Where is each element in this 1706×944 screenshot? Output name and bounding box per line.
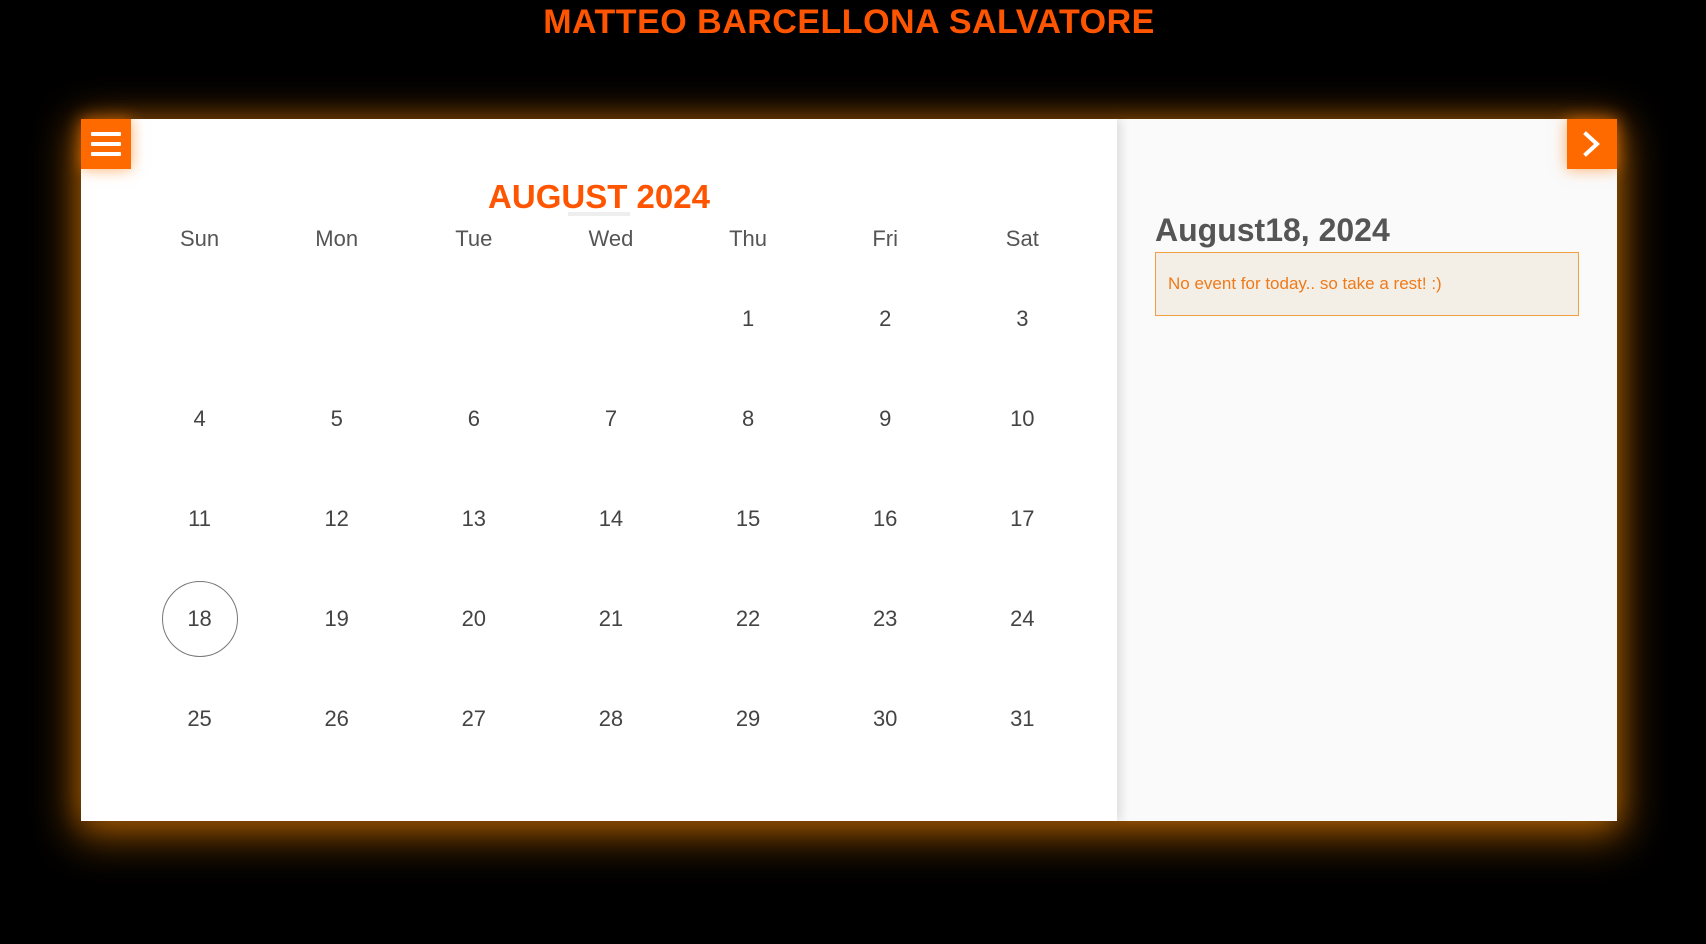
day-cell[interactable]: 6 (405, 369, 542, 469)
day-number: 13 (461, 506, 487, 531)
day-number: 18 (187, 606, 212, 631)
day-cell[interactable]: 8 (680, 369, 817, 469)
weekday-label: Fri (872, 226, 899, 251)
menu-button[interactable] (81, 119, 131, 169)
day-number: 30 (872, 706, 898, 731)
day-number: 6 (467, 406, 480, 431)
days-grid: 1 2 3 4 5 6 7 8 9 10 11 12 13 14 15 16 17 18 19 20 21 22 23 24 2… (131, 269, 1091, 769)
day-cell[interactable]: 24 (954, 569, 1091, 669)
day-number: 26 (324, 706, 349, 731)
next-button[interactable] (1567, 119, 1617, 169)
day-cell[interactable]: 20 (405, 569, 542, 669)
weekday-label: Sun (179, 226, 220, 251)
day-cell-empty (268, 269, 405, 369)
weekday-label: Wed (588, 226, 634, 251)
day-cell[interactable]: 26 (268, 669, 405, 769)
day-cell[interactable]: 14 (542, 469, 679, 569)
day-cell[interactable]: 27 (405, 669, 542, 769)
weekday-label: Tue (455, 226, 493, 251)
day-number: 24 (1010, 606, 1035, 631)
page-title: MATTEO BARCELLONA SALVATORE (543, 3, 1155, 41)
day-cell[interactable]: 19 (268, 569, 405, 669)
day-cell[interactable]: 12 (268, 469, 405, 569)
weekday-header-row: Sun Mon Tue Wed Thu Fri Sat (131, 223, 1091, 255)
day-cell[interactable]: 25 (131, 669, 268, 769)
day-cell[interactable]: 15 (680, 469, 817, 569)
day-number: 17 (1010, 506, 1035, 531)
day-cell[interactable]: 31 (954, 669, 1091, 769)
day-cell[interactable]: 16 (817, 469, 954, 569)
day-number: 14 (598, 506, 624, 531)
day-number: 12 (324, 506, 349, 531)
event-message-box: No event for today.. so take a rest! :) (1155, 252, 1579, 316)
day-cell[interactable]: 13 (405, 469, 542, 569)
hamburger-menu-icon-bar (91, 142, 121, 146)
hamburger-menu-icon (91, 132, 121, 136)
day-cell[interactable]: 3 (954, 269, 1091, 369)
day-number: 2 (879, 306, 892, 331)
day-number: 25 (187, 706, 212, 731)
day-number: 27 (461, 706, 487, 731)
day-number: 3 (1016, 306, 1029, 331)
day-cell[interactable]: 11 (131, 469, 268, 569)
weekday-label: Mon (315, 226, 359, 251)
day-cell-empty (131, 269, 268, 369)
day-number: 20 (461, 606, 487, 631)
day-cell[interactable]: 23 (817, 569, 954, 669)
day-number: 29 (735, 706, 761, 731)
day-number: 8 (741, 406, 755, 431)
day-cell[interactable]: 21 (542, 569, 679, 669)
weekday-label: Thu (729, 226, 768, 251)
day-number: 1 (741, 306, 755, 331)
day-cell[interactable]: 7 (542, 369, 679, 469)
day-number: 21 (598, 606, 624, 631)
day-number: 19 (324, 606, 349, 631)
day-number: 10 (1010, 406, 1035, 431)
day-cell[interactable]: 2 (817, 269, 954, 369)
day-number: 7 (604, 406, 618, 431)
day-cell-selected[interactable]: 18 (131, 569, 268, 669)
day-number: 4 (193, 406, 206, 431)
day-cell[interactable]: 5 (268, 369, 405, 469)
day-number: 23 (872, 606, 898, 631)
day-cell[interactable]: 22 (680, 569, 817, 669)
day-cell-empty (405, 269, 542, 369)
day-detail-panel: August18, 2024 No event for today.. so t… (1117, 119, 1617, 821)
weekday-label: Sat (1005, 226, 1039, 251)
day-number: 22 (735, 606, 761, 631)
calendar-month-panel: AUGUST 2024 Sun Mon Tue Wed Thu Fri Sat 123456… (81, 119, 1117, 821)
day-number: 28 (598, 706, 624, 731)
chevron-right-icon (1583, 131, 1600, 157)
day-cell[interactable]: 17 (954, 469, 1091, 569)
day-cell[interactable]: 29 (680, 669, 817, 769)
hamburger-menu-icon-bar (91, 152, 121, 156)
day-cell[interactable]: 1 (680, 269, 817, 369)
day-number: 15 (735, 506, 761, 531)
event-message-text: No event for today.. so take a rest! :) (1168, 274, 1442, 293)
calendar-widget: AUGUST 2024 Sun Mon Tue Wed Thu Fri Sat 123456… (81, 119, 1617, 821)
day-number: 5 (330, 406, 343, 431)
day-number: 9 (879, 406, 892, 431)
day-cell-empty (542, 269, 679, 369)
day-cell[interactable]: 28 (542, 669, 679, 769)
day-number: 11 (188, 506, 211, 531)
month-title-underline (568, 212, 630, 216)
day-cell[interactable]: 4 (131, 369, 268, 469)
day-cell[interactable]: 30 (817, 669, 954, 769)
selected-date-heading: August18, 2024 (1155, 212, 1390, 248)
day-number: 31 (1010, 706, 1035, 731)
day-number: 16 (872, 506, 898, 531)
day-cell[interactable]: 10 (954, 369, 1091, 469)
day-cell[interactable]: 9 (817, 369, 954, 469)
